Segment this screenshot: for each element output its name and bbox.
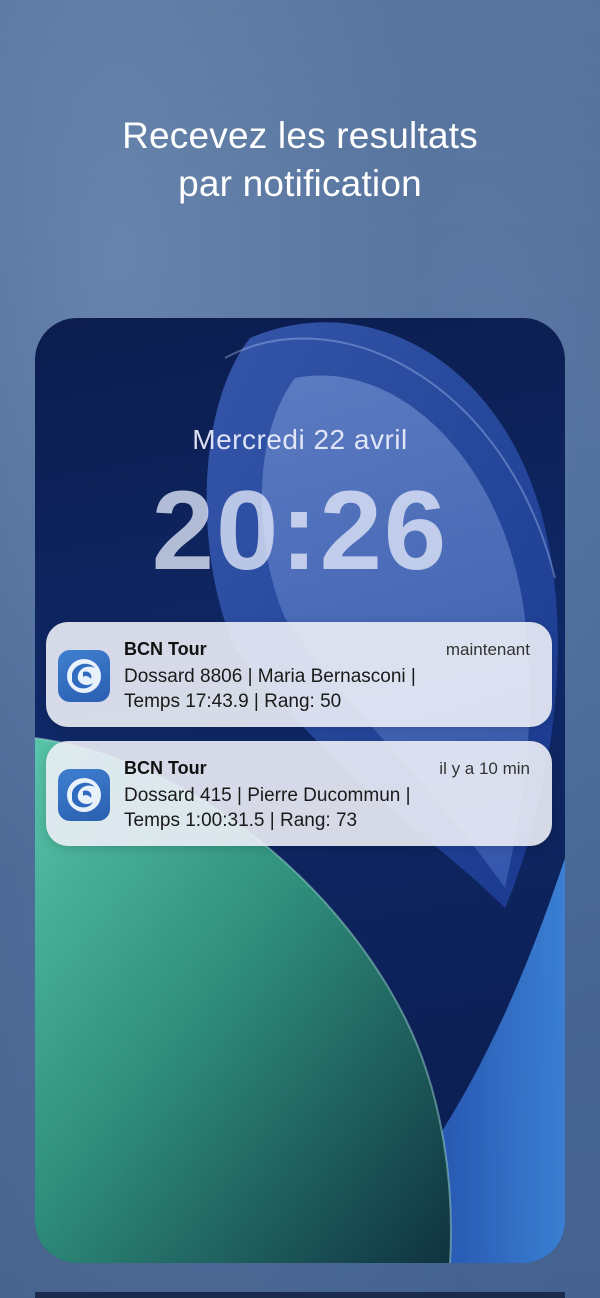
bcn-tour-swirl-icon bbox=[58, 650, 110, 702]
notification-body-line-1: Dossard 8806 | Maria Bernasconi | bbox=[124, 666, 416, 687]
notification-body: Dossard 8806 | Maria Bernasconi | Temps … bbox=[124, 664, 534, 714]
notification-time: maintenant bbox=[445, 640, 530, 659]
notification-body-line-2: Temps 17:43.9 | Rang: 50 bbox=[124, 691, 342, 712]
bottom-edge-bar bbox=[35, 1292, 565, 1298]
notification-body-line-1: Dossard 415 | Pierre Ducommun | bbox=[124, 785, 411, 806]
notification-body-line-2: Temps 1:00:31.5 | Rang: 73 bbox=[124, 810, 358, 831]
notification-app-name: BCN Tour bbox=[124, 639, 207, 659]
headline-line-1: Recevez les resultats bbox=[122, 115, 478, 156]
notification-card[interactable]: BCN Tour maintenant Dossard 8806 | Maria… bbox=[46, 622, 552, 727]
notification-app-name: BCN Tour bbox=[124, 758, 207, 778]
notification-card[interactable]: BCN Tour il y a 10 min Dossard 415 | Pie… bbox=[46, 741, 552, 846]
headline-line-2: par notification bbox=[178, 163, 422, 204]
notification-time: il y a 10 min bbox=[439, 759, 530, 778]
phone-lockscreen: Mercredi 22 avril 20:26 BCN Tour mainten… bbox=[35, 318, 565, 1263]
lockscreen-date: Mercredi 22 avril bbox=[192, 424, 408, 455]
bcn-tour-swirl-icon bbox=[58, 769, 110, 821]
lockscreen-clock: 20:26 bbox=[151, 468, 449, 593]
notification-body: Dossard 415 | Pierre Ducommun | Temps 1:… bbox=[124, 783, 534, 833]
headline: Recevez les resultats par notification bbox=[0, 112, 600, 208]
